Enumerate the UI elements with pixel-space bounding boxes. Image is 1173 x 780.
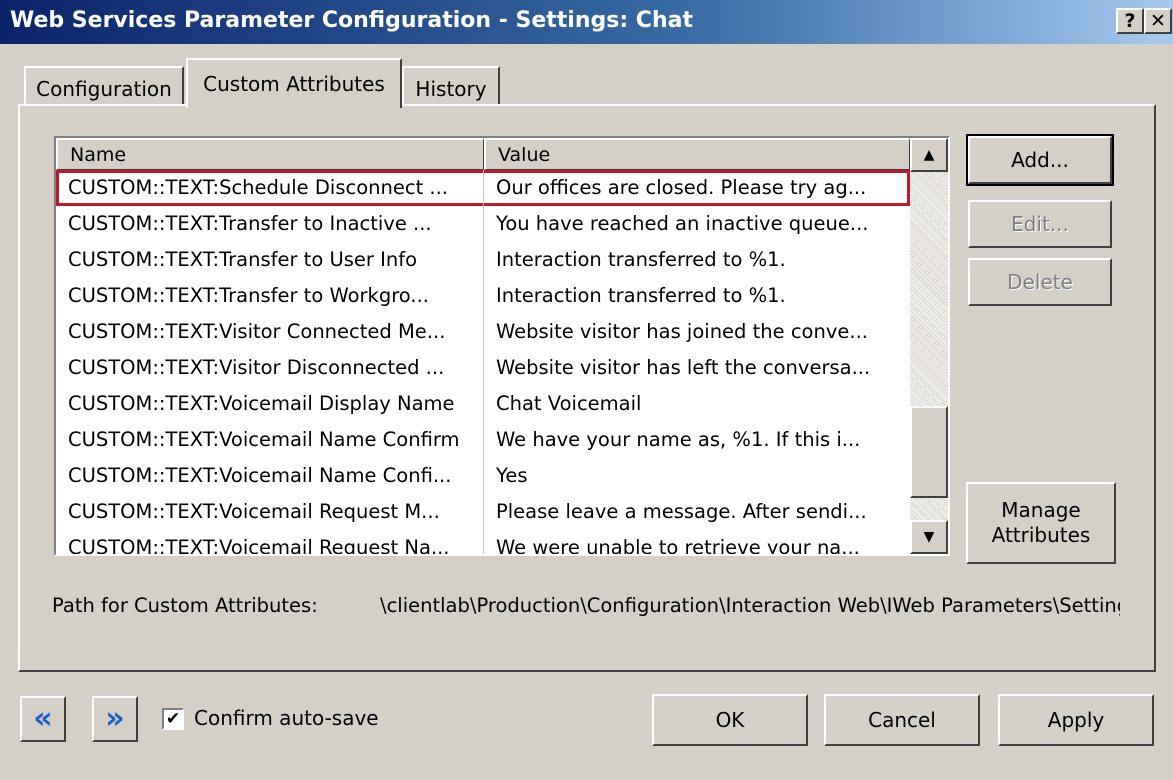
table-row[interactable]: CUSTOM::TEXT:Visitor Disconnected ... We… bbox=[56, 350, 910, 386]
row-name-cell: CUSTOM::TEXT:Transfer to User Info bbox=[56, 242, 484, 278]
manage-attributes-button[interactable]: Manage Attributes bbox=[966, 482, 1116, 564]
add-button[interactable]: Add... bbox=[966, 134, 1114, 186]
scroll-down-button[interactable]: ▼ bbox=[910, 520, 948, 554]
edit-button[interactable]: Edit... bbox=[968, 200, 1112, 248]
confirm-auto-save-checkbox[interactable]: ✔ bbox=[162, 708, 184, 730]
next-button[interactable]: » bbox=[92, 696, 138, 742]
tab-custom-attributes[interactable]: Custom Attributes bbox=[186, 58, 402, 108]
path-value: \clientlab\Production\Configuration\Inte… bbox=[380, 594, 1120, 617]
arrow-up-icon: ▲ bbox=[923, 147, 935, 163]
table-row[interactable]: CUSTOM::TEXT:Voicemail Request Na... We … bbox=[56, 530, 910, 556]
scroll-thumb[interactable] bbox=[910, 406, 948, 498]
help-icon: ? bbox=[1124, 9, 1136, 32]
table-row[interactable]: CUSTOM::TEXT:Transfer to Inactive ... Yo… bbox=[56, 206, 910, 242]
table-row[interactable]: CUSTOM::TEXT:Transfer to User Info Inter… bbox=[56, 242, 910, 278]
ok-button[interactable]: OK bbox=[652, 694, 808, 746]
tab-configuration-label: Configuration bbox=[36, 77, 172, 101]
window-title: Web Services Parameter Configuration - S… bbox=[10, 8, 693, 33]
title-bar[interactable]: Web Services Parameter Configuration - S… bbox=[0, 0, 1173, 44]
double-chevron-right-icon: » bbox=[105, 701, 125, 736]
table-row[interactable]: CUSTOM::TEXT:Voicemail Name Confirm We h… bbox=[56, 422, 910, 458]
tab-history-label: History bbox=[415, 77, 487, 101]
double-chevron-left-icon: « bbox=[33, 701, 53, 736]
checkmark-icon: ✔ bbox=[165, 708, 181, 729]
row-value-cell: Chat Voicemail bbox=[496, 392, 642, 415]
close-button[interactable]: ✕ bbox=[1144, 8, 1172, 34]
close-icon: ✕ bbox=[1150, 9, 1166, 32]
row-value-cell: You have reached an inactive queue... bbox=[496, 212, 869, 235]
row-name-cell: CUSTOM::TEXT:Voicemail Display Name bbox=[56, 386, 484, 422]
row-value-cell: Our offices are closed. Please try ag... bbox=[496, 176, 867, 199]
arrow-down-icon: ▼ bbox=[923, 529, 935, 545]
row-name-cell: CUSTOM::TEXT:Voicemail Request M... bbox=[56, 494, 484, 530]
delete-button[interactable]: Delete bbox=[968, 258, 1112, 306]
list-rows: CUSTOM::TEXT:Schedule Disconnect ... Our… bbox=[56, 170, 910, 556]
row-value-cell: Interaction transferred to %1. bbox=[496, 284, 786, 307]
row-name-cell: CUSTOM::TEXT:Voicemail Name Confi... bbox=[56, 458, 484, 494]
previous-button[interactable]: « bbox=[20, 696, 66, 742]
cancel-button[interactable]: Cancel bbox=[824, 694, 980, 746]
table-row[interactable]: CUSTOM::TEXT:Voicemail Request M... Plea… bbox=[56, 494, 910, 530]
tab-custom-attributes-label: Custom Attributes bbox=[203, 72, 385, 96]
vertical-scrollbar[interactable]: ▲ ▼ bbox=[910, 138, 948, 554]
row-name-cell: CUSTOM::TEXT:Visitor Disconnected ... bbox=[56, 350, 484, 386]
column-header-value[interactable]: Value bbox=[484, 138, 910, 170]
manage-attributes-label: Manage Attributes bbox=[991, 498, 1091, 547]
table-row[interactable]: CUSTOM::TEXT:Transfer to Workgro... Inte… bbox=[56, 278, 910, 314]
path-label: Path for Custom Attributes: bbox=[52, 594, 318, 617]
tab-configuration[interactable]: Configuration bbox=[24, 66, 184, 106]
row-name-cell: CUSTOM::TEXT:Voicemail Request Na... bbox=[56, 530, 484, 554]
row-value-cell: Please leave a message. After sendi... bbox=[496, 500, 867, 523]
table-row[interactable]: CUSTOM::TEXT:Voicemail Display Name Chat… bbox=[56, 386, 910, 422]
confirm-auto-save-label[interactable]: Confirm auto-save bbox=[194, 706, 379, 730]
table-row[interactable]: CUSTOM::TEXT:Visitor Connected Me... Web… bbox=[56, 314, 910, 350]
table-row[interactable]: CUSTOM::TEXT:Schedule Disconnect ... Our… bbox=[56, 170, 910, 206]
apply-button[interactable]: Apply bbox=[998, 694, 1154, 746]
list-header: Name Value bbox=[56, 138, 910, 170]
row-name-cell: CUSTOM::TEXT:Transfer to Inactive ... bbox=[56, 206, 484, 242]
row-value-cell: Yes bbox=[496, 464, 528, 487]
row-value-cell: We were unable to retrieve your na... bbox=[496, 536, 860, 556]
row-name-cell: CUSTOM::TEXT:Visitor Connected Me... bbox=[56, 314, 484, 350]
row-value-cell: Website visitor has joined the conve... bbox=[496, 320, 868, 343]
row-value-cell: We have your name as, %1. If this i... bbox=[496, 428, 861, 451]
column-header-name[interactable]: Name bbox=[56, 138, 484, 170]
row-name-cell: CUSTOM::TEXT:Schedule Disconnect ... bbox=[56, 170, 484, 206]
scroll-up-button[interactable]: ▲ bbox=[910, 138, 948, 172]
row-value-cell: Interaction transferred to %1. bbox=[496, 248, 786, 271]
dialog-window: Web Services Parameter Configuration - S… bbox=[0, 0, 1173, 780]
row-value-cell: Website visitor has left the conversa... bbox=[496, 356, 871, 379]
row-name-cell: CUSTOM::TEXT:Voicemail Name Confirm bbox=[56, 422, 484, 458]
table-row[interactable]: CUSTOM::TEXT:Voicemail Name Confi... Yes bbox=[56, 458, 910, 494]
attributes-list[interactable]: Name Value CUSTOM::TEXT:Schedule Disconn… bbox=[54, 136, 950, 556]
help-button[interactable]: ? bbox=[1116, 8, 1144, 34]
tab-history[interactable]: History bbox=[402, 66, 500, 106]
row-name-cell: CUSTOM::TEXT:Transfer to Workgro... bbox=[56, 278, 484, 314]
